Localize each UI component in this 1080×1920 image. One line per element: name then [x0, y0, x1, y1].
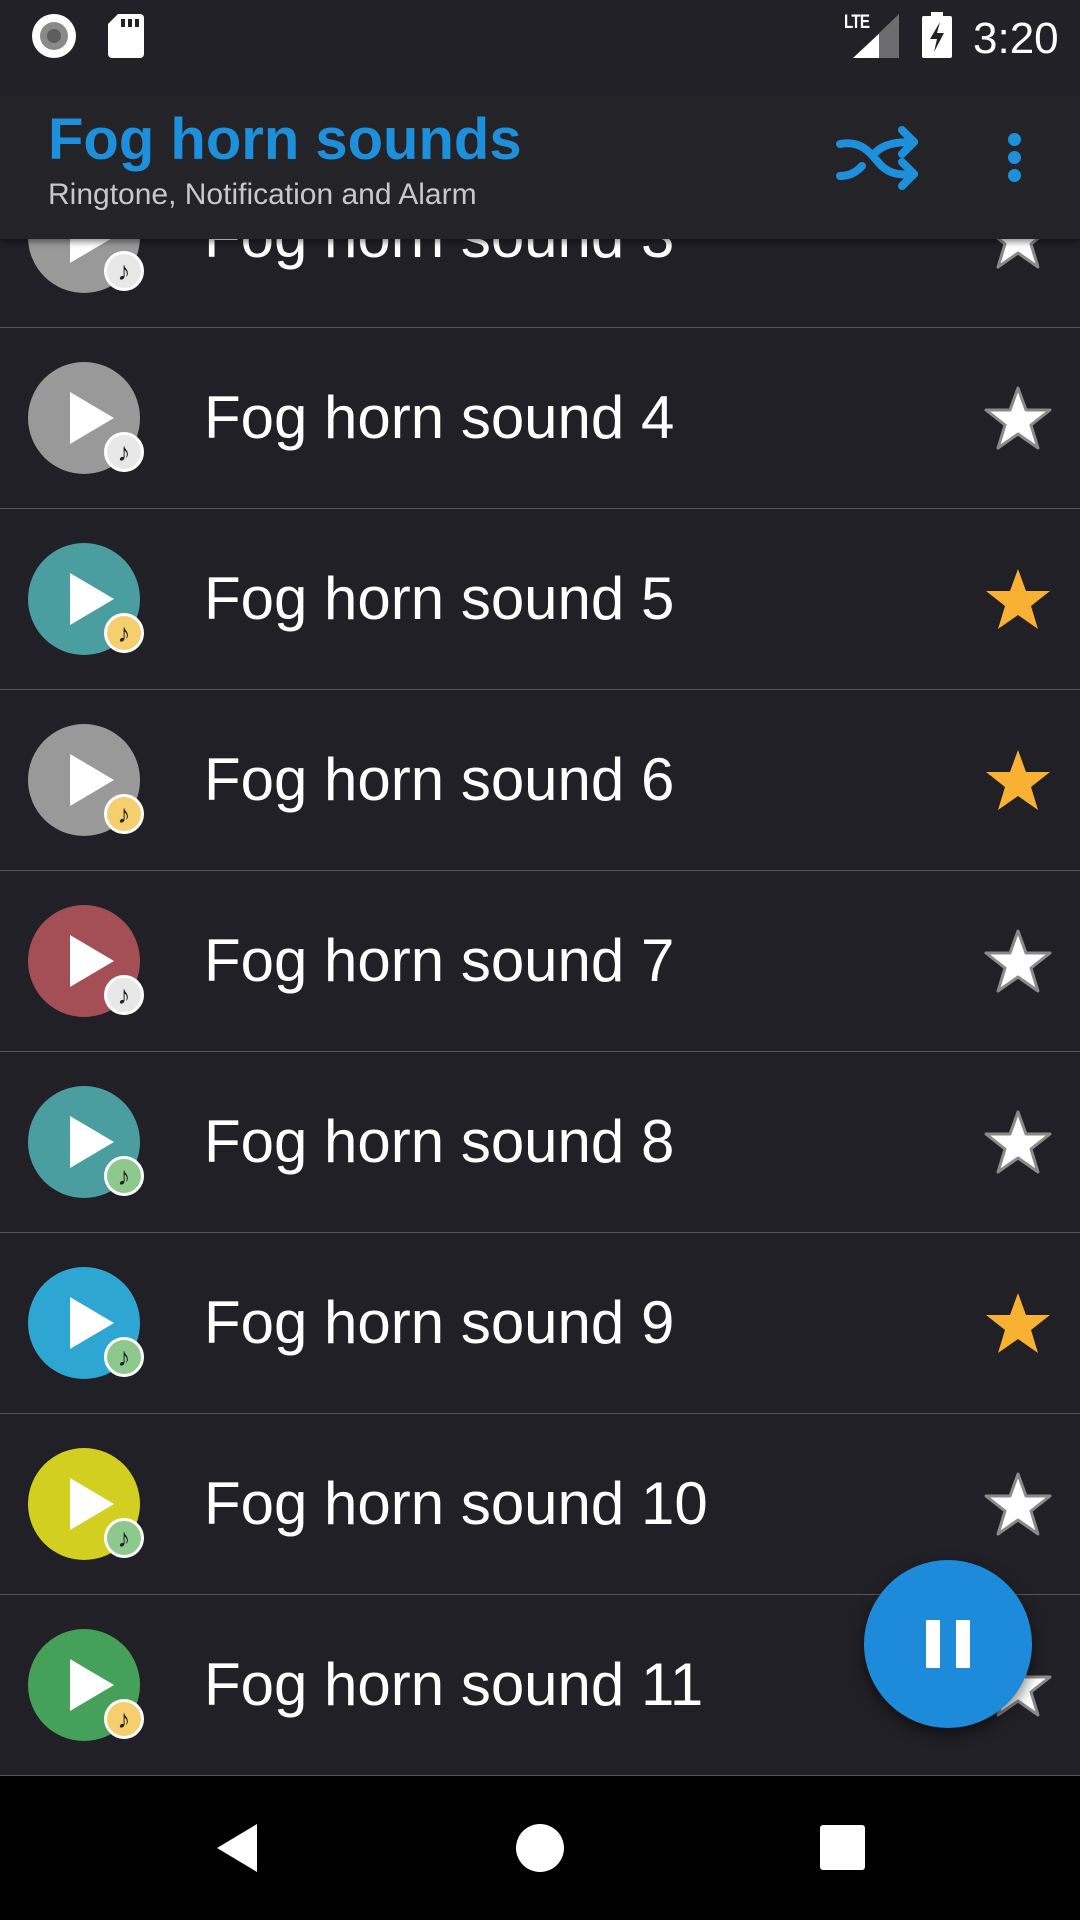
favorite-star-empty-icon[interactable]	[984, 1110, 1052, 1174]
status-bar: LTE 3:20	[0, 0, 1080, 96]
music-note-badge-icon: ♪	[104, 1337, 144, 1377]
music-note-badge-icon: ♪	[104, 1699, 144, 1739]
favorite-star-filled-icon[interactable]	[984, 1291, 1052, 1355]
music-note-badge-icon: ♪	[104, 613, 144, 653]
dot	[1008, 169, 1021, 182]
music-note-badge-icon: ♪	[104, 251, 144, 291]
dot	[1008, 133, 1021, 146]
dot	[1008, 151, 1021, 164]
sound-title: Fog horn sound 4	[204, 384, 675, 451]
app-title: Fog horn sounds	[48, 107, 522, 172]
sound-title: Fog horn sound 8	[204, 1108, 675, 1175]
more-options-button[interactable]	[990, 116, 1038, 196]
sound-list-item[interactable]: ♪ Fog horn sound 5	[0, 509, 1080, 690]
record-icon	[32, 14, 76, 58]
sd-card-icon	[108, 14, 144, 58]
recents-icon[interactable]	[820, 1825, 865, 1870]
sound-title: Fog horn sound 6	[204, 746, 675, 813]
sound-list-item[interactable]: ♪ Fog horn sound 9	[0, 1233, 1080, 1414]
favorite-star-empty-icon[interactable]	[984, 1472, 1052, 1536]
sound-list-item[interactable]: ♪ Fog horn sound 4	[0, 328, 1080, 509]
clock: 3:20	[973, 14, 1059, 63]
pause-icon-bar	[956, 1620, 970, 1668]
home-icon[interactable]	[516, 1824, 564, 1872]
music-note-badge-icon: ♪	[104, 794, 144, 834]
sound-title: Fog horn sound 7	[204, 927, 675, 994]
sound-list[interactable]: ♪ Fog horn sound 3 ♪ Fog horn sound 4 ♪ …	[0, 147, 1080, 1776]
shuffle-icon[interactable]	[830, 122, 922, 194]
battery-charging-icon	[922, 12, 952, 58]
sound-title: Fog horn sound 10	[204, 1470, 708, 1537]
app-subtitle: Ringtone, Notification and Alarm	[48, 178, 477, 211]
sound-title: Fog horn sound 5	[204, 565, 675, 632]
music-note-badge-icon: ♪	[104, 432, 144, 472]
pause-icon-bar	[926, 1620, 940, 1668]
favorite-star-empty-icon[interactable]	[984, 929, 1052, 993]
music-note-badge-icon: ♪	[104, 975, 144, 1015]
signal-icon	[853, 14, 899, 58]
back-icon[interactable]	[217, 1824, 257, 1872]
favorite-star-filled-icon[interactable]	[984, 567, 1052, 631]
app-bar: Fog horn sounds Ringtone, Notification a…	[0, 96, 1080, 239]
music-note-badge-icon: ♪	[104, 1156, 144, 1196]
favorite-star-empty-icon[interactable]	[984, 386, 1052, 450]
music-note-badge-icon: ♪	[104, 1518, 144, 1558]
sound-list-item[interactable]: ♪ Fog horn sound 7	[0, 871, 1080, 1052]
sound-title: Fog horn sound 9	[204, 1289, 675, 1356]
sound-list-item[interactable]: ♪ Fog horn sound 8	[0, 1052, 1080, 1233]
favorite-star-filled-icon[interactable]	[984, 748, 1052, 812]
sound-title: Fog horn sound 11	[204, 1651, 704, 1718]
sound-list-item[interactable]: ♪ Fog horn sound 6	[0, 690, 1080, 871]
pause-fab-button[interactable]	[864, 1560, 1032, 1728]
